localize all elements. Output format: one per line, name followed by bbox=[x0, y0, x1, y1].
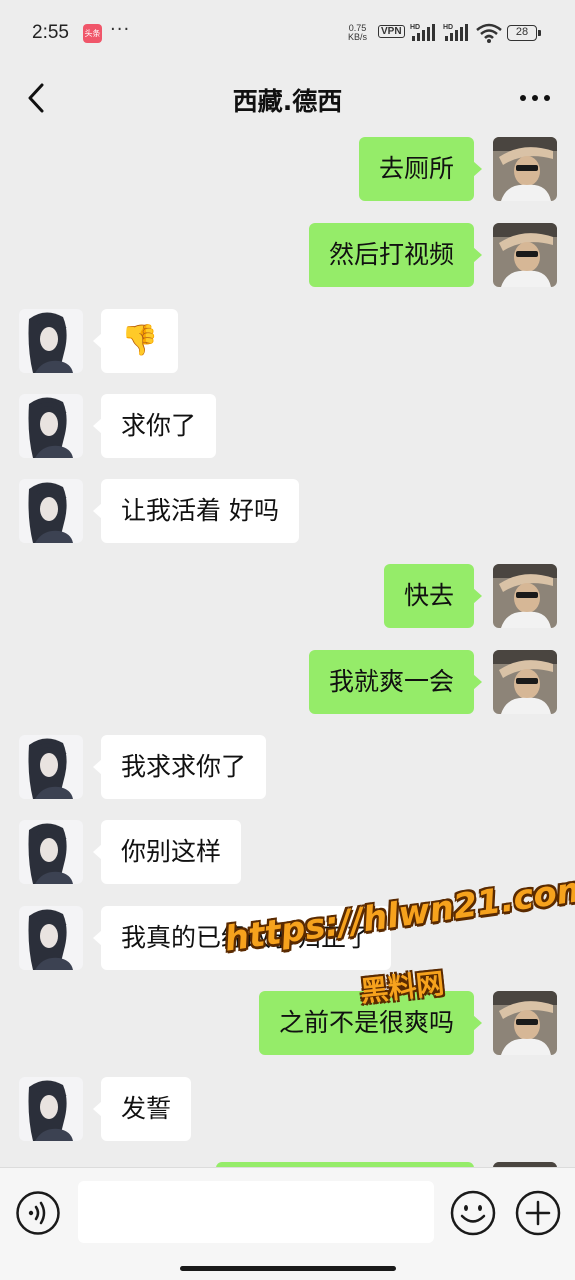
my-avatar[interactable] bbox=[493, 223, 557, 287]
signal-icon-2: HD bbox=[443, 24, 468, 41]
input-bar bbox=[0, 1167, 575, 1280]
message-bubble-received[interactable]: 👎 bbox=[92, 309, 179, 373]
more-actions-button[interactable] bbox=[514, 1189, 562, 1237]
battery-icon: 28 bbox=[507, 25, 541, 41]
message-row-sent: 之前不是很爽吗 bbox=[0, 986, 575, 1056]
plus-icon bbox=[515, 1190, 561, 1236]
message-row-sent: 快去 bbox=[0, 559, 575, 629]
voice-icon bbox=[16, 1191, 60, 1235]
vpn-icon: VPN bbox=[378, 25, 405, 38]
network-speed-unit: KB/s bbox=[348, 32, 368, 42]
emoji-icon bbox=[450, 1190, 496, 1236]
signal-hd-label: HD bbox=[410, 24, 420, 31]
contact-avatar[interactable] bbox=[19, 906, 83, 970]
app-notification-icon: 头条 bbox=[83, 24, 102, 43]
message-row-sent: 我就爽一会 bbox=[0, 645, 575, 715]
more-dots-icon bbox=[520, 95, 550, 101]
my-avatar[interactable] bbox=[493, 650, 557, 714]
message-bubble-received[interactable]: 你别这样 bbox=[92, 820, 242, 884]
more-notifications-icon: ··· bbox=[110, 19, 131, 40]
message-bubble-received[interactable]: 我求求你了 bbox=[92, 735, 267, 799]
message-bubble-sent[interactable]: 快去 bbox=[383, 564, 483, 628]
message-bubble-sent[interactable]: 我就爽一会 bbox=[308, 650, 483, 714]
message-row-received: 发誓 bbox=[0, 1072, 575, 1142]
contact-avatar[interactable] bbox=[19, 1077, 83, 1141]
message-row-received: 我真的已经改邪归正了 bbox=[0, 901, 575, 971]
message-input[interactable] bbox=[78, 1181, 434, 1243]
more-options-button[interactable] bbox=[515, 78, 555, 118]
message-bubble-received[interactable]: 发誓 bbox=[92, 1077, 192, 1141]
contact-avatar[interactable] bbox=[19, 394, 83, 458]
message-bubble-sent[interactable]: 去厕所 bbox=[358, 137, 483, 201]
message-row-received: 我求求你了 bbox=[0, 730, 575, 800]
signal-hd-label-2: HD bbox=[443, 24, 453, 31]
message-row-sent: 然后打视频 bbox=[0, 218, 575, 288]
contact-avatar[interactable] bbox=[19, 735, 83, 799]
message-bubble-received[interactable]: 让我活着 好吗 bbox=[93, 479, 299, 543]
signal-icon: HD bbox=[410, 24, 435, 41]
message-row-received: 👎 bbox=[0, 304, 575, 374]
message-list[interactable]: 去厕所 然后打视频 👎 求你了 让我活着 好吗 快去 我就爽一会 我求求你了 你… bbox=[0, 132, 575, 1167]
home-indicator[interactable] bbox=[180, 1266, 396, 1271]
contact-avatar[interactable] bbox=[19, 479, 83, 543]
message-row-received: 让我活着 好吗 bbox=[0, 474, 575, 544]
message-bubble-received[interactable]: 我真的已经改邪归正了 bbox=[92, 906, 392, 970]
message-bubble-received[interactable]: 求你了 bbox=[92, 394, 217, 458]
status-bar: 2:55 头条 ··· 0.75 KB/s VPN HD HD 28 bbox=[0, 0, 575, 66]
my-avatar[interactable] bbox=[493, 991, 557, 1055]
contact-avatar[interactable] bbox=[19, 309, 83, 373]
voice-input-button[interactable] bbox=[15, 1190, 61, 1236]
message-row-sent-partial bbox=[0, 1157, 575, 1167]
message-bubble-sent[interactable]: 然后打视频 bbox=[308, 223, 483, 287]
my-avatar[interactable] bbox=[493, 564, 557, 628]
message-row-received: 求你了 bbox=[0, 389, 575, 459]
wifi-icon bbox=[476, 23, 502, 43]
contact-avatar[interactable] bbox=[19, 820, 83, 884]
emoji-button[interactable] bbox=[449, 1189, 497, 1237]
chat-title: 西藏.德西 bbox=[232, 87, 343, 116]
my-avatar[interactable] bbox=[493, 137, 557, 201]
message-row-received: 你别这样 bbox=[0, 815, 575, 885]
status-time: 2:55 bbox=[32, 22, 69, 43]
message-row-sent: 去厕所 bbox=[0, 132, 575, 202]
network-speed: 0.75 KB/s bbox=[348, 24, 367, 42]
chat-header: 西藏.德西 bbox=[0, 66, 575, 132]
message-bubble-sent[interactable]: 之前不是很爽吗 bbox=[258, 991, 483, 1055]
